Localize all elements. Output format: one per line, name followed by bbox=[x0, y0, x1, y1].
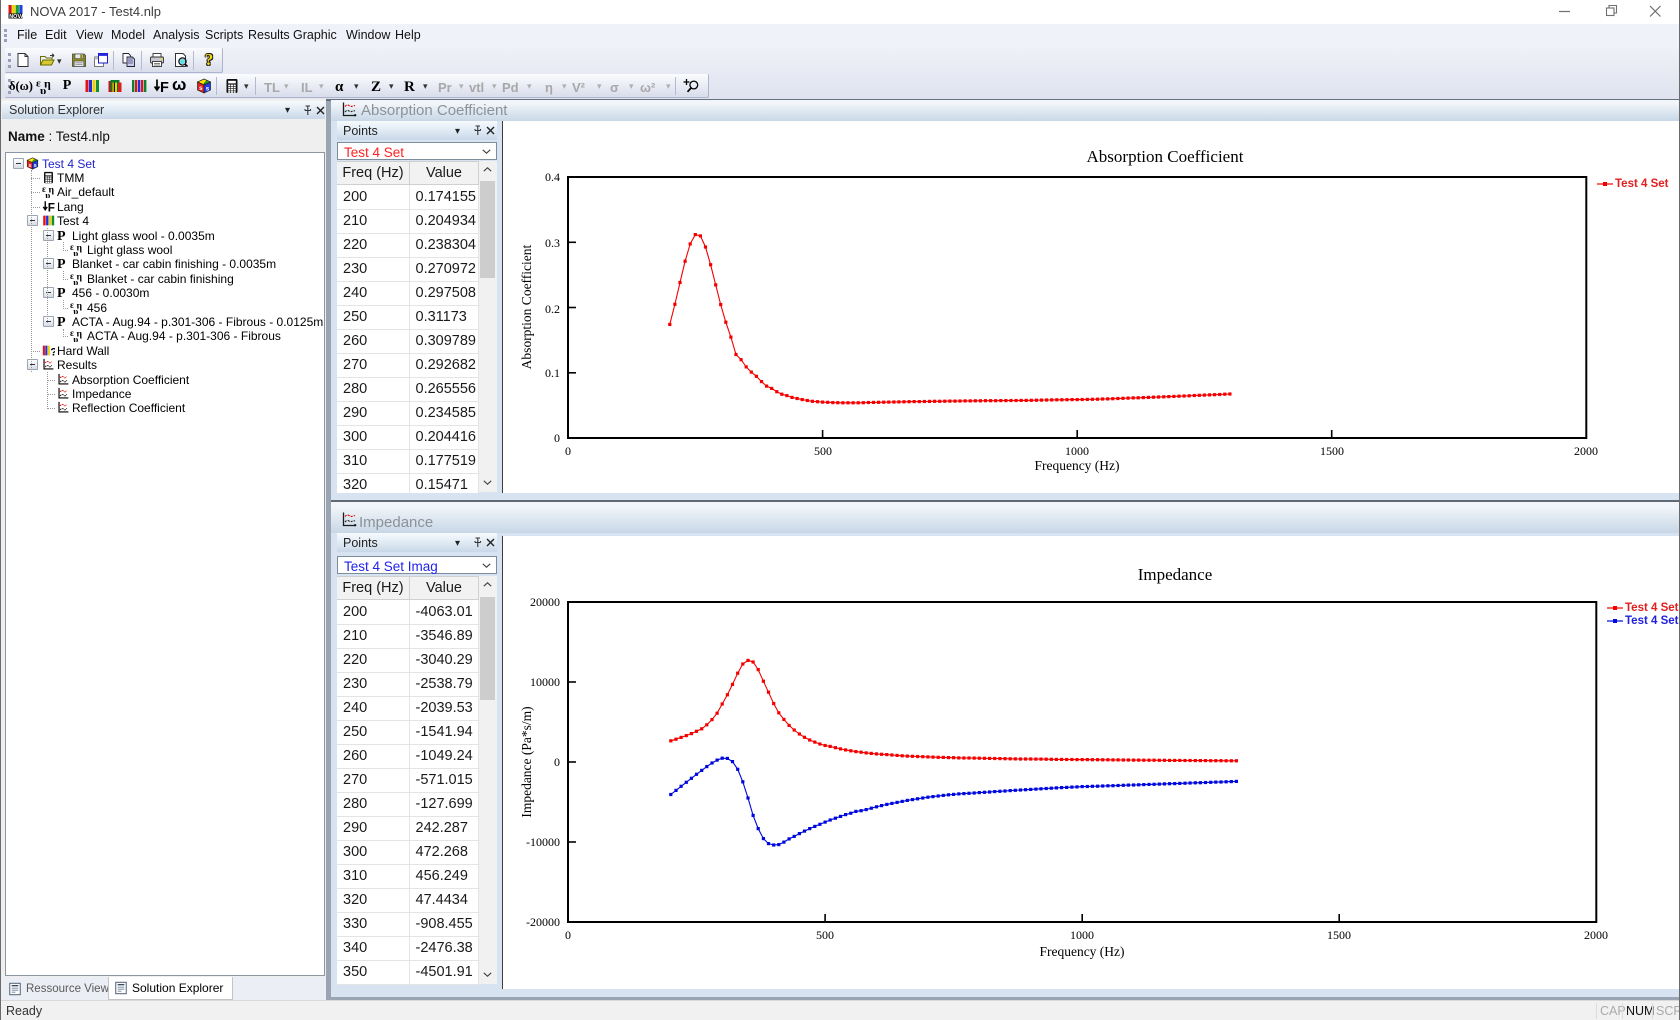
svg-text:s: s bbox=[199, 85, 203, 92]
svg-text:s: s bbox=[206, 86, 210, 93]
svg-text:?: ? bbox=[50, 346, 55, 357]
svg-text:F: F bbox=[160, 80, 169, 94]
svg-text:υ: υ bbox=[45, 191, 50, 199]
svg-text:υ: υ bbox=[73, 277, 78, 285]
svg-text:s: s bbox=[28, 162, 31, 168]
svg-text:υ: υ bbox=[40, 84, 46, 95]
svg-text:NOVA: NOVA bbox=[9, 14, 24, 20]
svg-text:υ: υ bbox=[73, 306, 78, 314]
svg-text:F: F bbox=[48, 201, 55, 213]
svg-text:s: s bbox=[34, 163, 37, 169]
svg-text:υ: υ bbox=[73, 248, 78, 256]
svg-text:υ: υ bbox=[73, 335, 78, 343]
